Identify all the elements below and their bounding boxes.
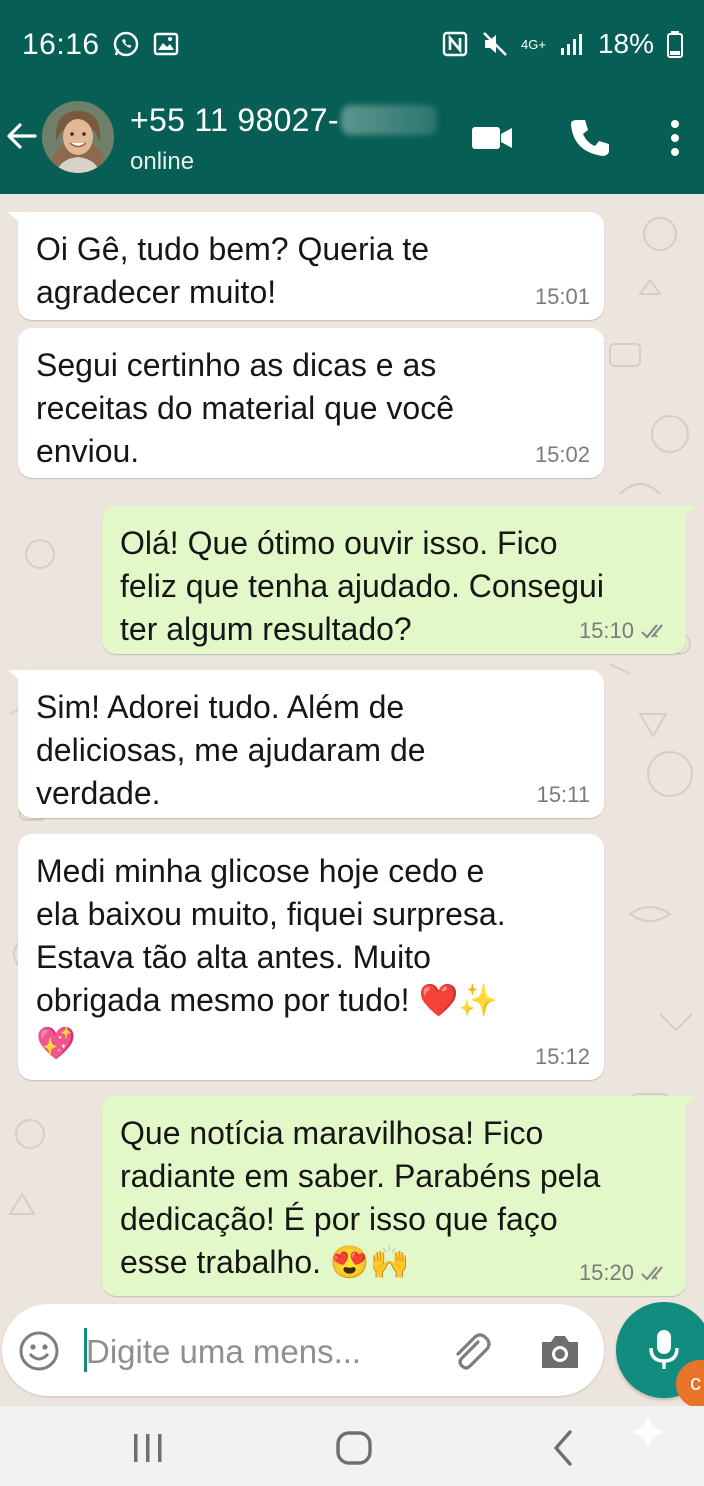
avatar[interactable] [42, 101, 114, 173]
phone-call-icon[interactable] [568, 116, 612, 160]
gallery-icon [153, 32, 179, 56]
outgoing-message-bubble[interactable]: Olá! Que ótimo ouvir isso. Fico feliz qu… [102, 506, 696, 654]
nfc-icon [442, 31, 468, 57]
camera-icon[interactable] [538, 1332, 582, 1372]
badge-glyph: c [690, 1370, 701, 1395]
message-meta: 15:11 [537, 782, 590, 808]
read-ticks-icon [641, 1266, 663, 1281]
incoming-message-bubble[interactable]: Segui certinho as dicas e as receitas do… [18, 328, 604, 478]
message-text: Que notícia maravilhosa! Fico radiante e… [120, 1115, 601, 1280]
incoming-message-bubble[interactable]: Medi minha glicose hoje cedo e ela baixo… [18, 834, 604, 1080]
message-text: Oi Gê, tudo bem? Queria te agradecer mui… [36, 231, 430, 310]
back-arrow-icon[interactable] [4, 118, 40, 154]
more-options-icon[interactable] [660, 116, 690, 160]
message-time: 15:11 [536, 782, 590, 807]
mic-icon [649, 1330, 679, 1369]
message-meta: 15:02 [535, 442, 590, 468]
chat-messages[interactable]: Oi Gê, tudo bem? Queria te agradecer mui… [0, 194, 704, 1306]
emoji-icon[interactable] [18, 1330, 60, 1372]
contact-status: online [130, 148, 195, 175]
message-meta: 15:10 [579, 618, 672, 644]
message-meta: 15:01 [535, 284, 590, 310]
contact-number: +55 11 98027- [130, 102, 339, 138]
recent-apps-icon[interactable] [128, 1428, 168, 1468]
message-time: 15:01 [534, 284, 590, 309]
read-ticks-icon [641, 624, 663, 639]
attach-icon[interactable] [448, 1330, 492, 1374]
whatsapp-icon [113, 31, 139, 57]
bubble-tail [676, 1096, 696, 1114]
message-text: Medi minha glicose hoje cedo e ela baixo… [36, 853, 506, 1061]
message-time: 15:02 [534, 442, 590, 467]
battery-percent: 18% [597, 28, 654, 59]
mute-icon [483, 32, 507, 56]
message-composer [2, 1304, 604, 1396]
outgoing-message-bubble[interactable]: Que notícia maravilhosa! Fico radiante e… [102, 1096, 696, 1296]
avatar-photo [42, 101, 114, 173]
message-time: 15:20 [578, 1260, 634, 1285]
contact-name[interactable]: +55 11 98027- [130, 102, 437, 139]
nav-back-icon[interactable] [544, 1428, 584, 1468]
incoming-message-bubble[interactable]: Oi Gê, tudo bem? Queria te agradecer mui… [8, 212, 604, 320]
network-type: 4G+ [521, 36, 546, 52]
signal-icon [560, 34, 582, 55]
status-left-icons [112, 30, 180, 58]
battery-icon [667, 31, 683, 58]
bubble-tail [8, 670, 28, 688]
message-meta: 15:12 [535, 1044, 590, 1070]
message-meta: 15:20 [579, 1260, 672, 1286]
bubble-tail [676, 506, 696, 524]
incoming-message-bubble[interactable]: Sim! Adorei tudo. Além de deliciosas, me… [8, 670, 604, 818]
redacted-number-blur [340, 105, 437, 135]
message-text: Segui certinho as dicas e as receitas do… [36, 347, 454, 469]
home-icon[interactable] [334, 1428, 374, 1468]
message-time: 15:10 [578, 618, 634, 643]
message-text: Sim! Adorei tudo. Além de deliciosas, me… [36, 689, 426, 811]
status-time: 16:16 [22, 28, 100, 61]
sparkle-icon [630, 1414, 666, 1450]
bubble-tail [8, 212, 28, 230]
message-time: 15:12 [534, 1044, 590, 1069]
video-call-icon[interactable] [470, 116, 514, 160]
message-input[interactable] [86, 1330, 426, 1374]
system-navigation-bar [0, 1406, 704, 1486]
chat-header: +55 11 98027- online [0, 80, 704, 194]
status-bar: 16:16 4G+ 18% [0, 0, 704, 80]
status-right-icons: 4G+ 18% [441, 28, 684, 60]
